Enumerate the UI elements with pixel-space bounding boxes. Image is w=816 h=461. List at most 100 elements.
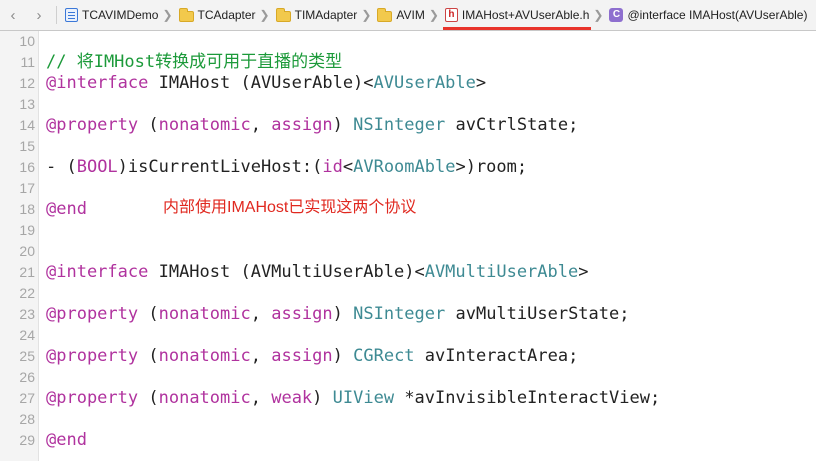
plain-text: >)room;	[455, 157, 528, 177]
code-line: 28	[0, 409, 816, 430]
line-number: 25	[19, 348, 35, 364]
type-name: UIView	[332, 388, 395, 408]
breadcrumb-label: TCAdapter	[197, 8, 256, 22]
forward-chevron-icon[interactable]: ›	[26, 7, 52, 24]
breadcrumb-header-file[interactable]: h IMAHost+AVUserAble.h	[442, 0, 592, 31]
breadcrumb-label: AVIM	[396, 8, 425, 22]
line-number: 17	[19, 180, 35, 196]
type-name: NSInteger	[353, 304, 446, 324]
keyword: @interface	[46, 262, 149, 282]
keyword: weak	[271, 388, 313, 408]
line-number: 18	[19, 201, 35, 217]
keyword: BOOL	[76, 157, 118, 177]
breadcrumb-folder-avim[interactable]: AVIM	[375, 0, 426, 31]
keyword: assign	[271, 115, 333, 135]
chevron-right-icon: ❯	[593, 8, 604, 22]
code-line: 15	[0, 136, 816, 157]
breadcrumb-project[interactable]: TCAVIMDemo	[63, 0, 160, 31]
code-line: 21 @interface IMAHost (AVMultiUserAble)<A…	[0, 262, 816, 283]
code-text: // 将IMHost转换成可用于直播的类型	[46, 52, 342, 73]
code-line: 22	[0, 283, 816, 304]
line-number: 12	[19, 75, 35, 91]
code-line: 16 - (BOOL)isCurrentLiveHost:(id<AVRoomAb…	[0, 157, 816, 178]
line-number: 13	[19, 96, 35, 112]
project-icon	[65, 8, 78, 22]
code-line: 11 // 将IMHost转换成可用于直播的类型	[0, 52, 816, 73]
code-text: @property (nonatomic, assign) CGRect avI…	[46, 346, 578, 367]
plain-text: )	[332, 304, 354, 324]
keyword: @end	[46, 199, 87, 219]
code-text: @end	[46, 199, 87, 220]
code-line: 19	[0, 220, 816, 241]
plain-text: )	[312, 388, 333, 408]
plain-text: ,	[250, 304, 272, 324]
back-chevron-icon[interactable]: ‹	[0, 7, 26, 24]
type-name: AVUserAble	[373, 73, 476, 93]
plain-text: >	[578, 262, 589, 282]
line-number: 24	[19, 327, 35, 343]
line-number: 14	[19, 117, 35, 133]
annotation-note: 内部使用IMAHost已实现这两个协议	[163, 199, 417, 216]
code-line: 27 @property (nonatomic, weak) UIView *av…	[0, 388, 816, 409]
code-text: @interface IMAHost (AVUserAble)<AVUserAb…	[46, 73, 486, 94]
breadcrumb-label: @interface IMAHost(AVUserAble)	[627, 8, 808, 22]
keyword: nonatomic	[158, 388, 251, 408]
breadcrumb-label: TCAVIMDemo	[82, 8, 159, 22]
type-name: CGRect	[353, 346, 415, 366]
plain-text: (	[138, 115, 159, 135]
type-name: AVRoomAble	[353, 157, 456, 177]
code-editor[interactable]: 10 11 // 将IMHost转换成可用于直播的类型 12 @interface …	[0, 31, 816, 461]
line-number: 29	[19, 432, 35, 448]
plain-text: ,	[250, 346, 272, 366]
plain-text: - (	[46, 157, 77, 177]
code-text: @property (nonatomic, assign) NSInteger …	[46, 115, 578, 136]
code-text: - (BOOL)isCurrentLiveHost:(id<AVRoomAble…	[46, 157, 527, 178]
line-number: 23	[19, 306, 35, 322]
keyword: nonatomic	[158, 304, 251, 324]
plain-text: )	[332, 115, 354, 135]
plain-text: (	[138, 346, 159, 366]
keyword: @end	[46, 430, 87, 450]
keyword: @property	[46, 346, 139, 366]
type-name: NSInteger	[353, 115, 446, 135]
comment: // 将IMHost转换成可用于直播的类型	[46, 52, 343, 72]
code-line: 12 @interface IMAHost (AVUserAble)<AVUser…	[0, 73, 816, 94]
breadcrumb-folder-tcadapter[interactable]: TCAdapter	[177, 0, 258, 31]
line-number: 27	[19, 390, 35, 406]
folder-icon	[178, 7, 194, 22]
code-line: 25 @property (nonatomic, assign) CGRect a…	[0, 346, 816, 367]
code-text: @interface IMAHost (AVMultiUserAble)<AVM…	[46, 262, 588, 283]
plain-text: ,	[250, 115, 272, 135]
chevron-right-icon: ❯	[361, 8, 372, 22]
keyword: @property	[46, 388, 139, 408]
code-line: 13	[0, 94, 816, 115]
code-text: @property (nonatomic, weak) UIView *avIn…	[46, 388, 660, 409]
code-text: @property (nonatomic, assign) NSInteger …	[46, 304, 629, 325]
plain-text: IMAHost (AVMultiUserAble)<	[148, 262, 425, 282]
keyword: nonatomic	[158, 346, 251, 366]
line-number: 20	[19, 243, 35, 259]
code-line: 10	[0, 31, 816, 52]
plain-text: avMultiUserState;	[445, 304, 630, 324]
divider	[56, 6, 57, 24]
code-line: 20	[0, 241, 816, 262]
plain-text: )isCurrentLiveHost:(	[117, 157, 323, 177]
type-name: AVMultiUserAble	[424, 262, 579, 282]
breadcrumb-label: IMAHost+AVUserAble.h	[461, 8, 590, 22]
breadcrumb-folder-timadapter[interactable]: TIMAdapter	[274, 0, 360, 31]
chevron-right-icon: ❯	[162, 8, 173, 22]
code-line: 26	[0, 367, 816, 388]
code-line: 14 @property (nonatomic, assign) NSIntege…	[0, 115, 816, 136]
plain-text: IMAHost (AVUserAble)<	[148, 73, 374, 93]
chevron-right-icon: ❯	[259, 8, 270, 22]
line-number: 26	[19, 369, 35, 385]
highlight-underline	[442, 26, 592, 30]
breadcrumb-interface[interactable]: C @interface IMAHost(AVUserAble)	[607, 0, 809, 31]
line-number: 19	[19, 222, 35, 238]
keyword: nonatomic	[158, 115, 251, 135]
plain-text: )	[332, 346, 354, 366]
header-file-icon: h	[444, 8, 458, 22]
line-number: 21	[19, 264, 35, 280]
plain-text: ,	[250, 388, 272, 408]
plain-text: <	[342, 157, 354, 177]
